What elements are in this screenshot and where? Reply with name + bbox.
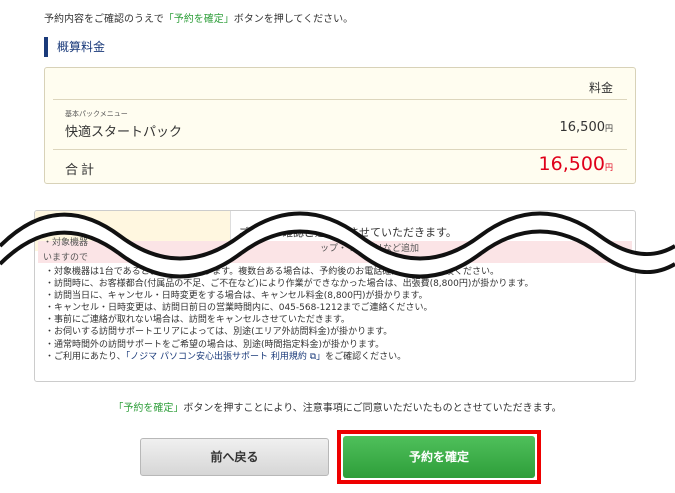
total-price-unit: 円 [605,163,613,172]
total-price: 16,500円 [539,153,613,175]
fee-section-heading: 概算料金 [44,37,105,57]
back-button[interactable]: 前へ戻る [140,438,329,476]
menu-price-value: 16,500 [559,120,606,135]
terms-suffix: をご確認ください。 [325,351,407,362]
list-item-terms: ・ご利用にあたり、「ノジマ パソコン安心出張サポート 利用規約 ⧉」をご確認くだ… [45,351,533,363]
menu-price: 16,500円 [560,120,614,135]
confirm-reservation-button[interactable]: 予約を確定 [343,436,535,478]
terms-link[interactable]: 「ノジマ パソコン安心出張サポート 利用規約 ⧉」 [126,352,326,362]
intro-highlight: 「予約を確定」 [163,14,234,25]
list-item: ・訪問当日に、キャンセル・日時変更をする場合は、キャンセル料金(8,800円)が… [45,291,428,302]
agree-text: 「予約を確定」ボタンを押すことにより、注意事項にご同意いただいたものとさせていた… [0,399,675,414]
fee-column-header: 料金 [588,81,613,95]
menu-name: 快適スタートパック [65,125,183,140]
intro-text: 予約内容をご確認のうえで「予約を確定」ボタンを押してください。 [44,10,353,25]
menu-category-label: 基本パックメニュー [65,110,128,118]
fee-row-total: 合計 16,500円 [53,149,627,184]
total-price-value: 16,500 [538,153,605,175]
fee-table: 料金 基本パックメニュー 快適スタートパック 16,500円 合計 16,500… [44,67,636,184]
total-label: 合計 [65,163,98,178]
terms-prefix: ・ご利用にあたり、 [45,351,126,362]
list-item: ・キャンセル・日時変更は、訪問日前日の営業時間内に、045-568-1212まで… [45,303,433,314]
agree-body: ボタンを押すことにより、注意事項にご同意いただいたものとさせていただきます。 [183,403,562,414]
menu-price-unit: 円 [605,124,613,133]
fee-row-menu: 基本パックメニュー 快適スタートパック 16,500円 [53,99,627,149]
list-item: ・通常時間外の訪問サポートをご希望の場合は、別途(時間指定料金)が掛かります。 [45,339,385,350]
intro-before: 予約内容をご確認のうえで [44,14,164,25]
list-item: ・事前にご連絡が取れない場合は、訪問をキャンセルさせていただきます。 [45,315,350,326]
agree-highlight: 「予約を確定」 [113,403,184,414]
list-item: ・お伺いする訪問サポートエリアによっては、別途(エリア外訪問料金)が掛かります。 [45,327,393,338]
wave-cut-overlay [0,211,675,279]
intro-after: ボタンを押してください。 [233,14,354,25]
